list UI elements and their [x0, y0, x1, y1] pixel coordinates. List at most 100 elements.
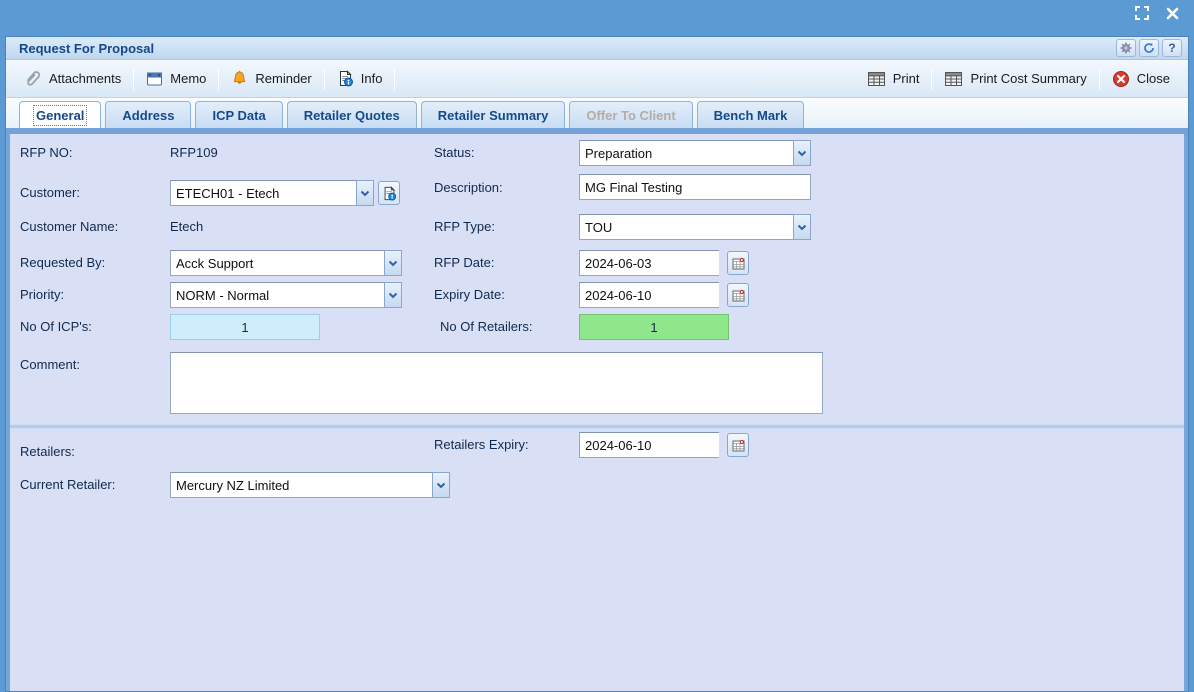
panel-header: Request For Proposal ?: [6, 37, 1188, 60]
customer-input[interactable]: [170, 180, 356, 206]
rfp-type-input[interactable]: [579, 214, 793, 240]
form-row: Current Retailer:: [10, 472, 1184, 508]
tab-bench-mark[interactable]: Bench Mark: [697, 101, 805, 128]
print-table-icon: [867, 71, 886, 87]
comment-label: Comment:: [20, 357, 80, 372]
memo-button[interactable]: Memo: [138, 67, 214, 91]
tab-label: Offer To Client: [586, 108, 675, 123]
form-row: Retailers: Retailers Expiry:: [10, 432, 1184, 472]
description-label: Description:: [434, 180, 503, 195]
reminder-button[interactable]: Reminder: [223, 66, 319, 91]
no-of-icps-label: No Of ICP's:: [20, 319, 92, 334]
chevron-down-icon[interactable]: [793, 140, 811, 166]
print-label: Print: [893, 71, 920, 86]
attachments-button[interactable]: Attachments: [16, 66, 129, 92]
chevron-down-icon[interactable]: [793, 214, 811, 240]
tab-offer-to-client: Offer To Client: [569, 101, 692, 128]
maximize-icon[interactable]: [1132, 3, 1152, 23]
customer-combobox[interactable]: [170, 180, 374, 206]
customer-name-value: Etech: [170, 219, 203, 234]
rfp-date-picker-button[interactable]: [727, 251, 749, 275]
print-cost-summary-label: Print Cost Summary: [970, 71, 1086, 86]
toolbar-separator: [133, 68, 134, 90]
reminder-label: Reminder: [255, 71, 311, 86]
rfp-panel: Request For Proposal ?: [5, 36, 1189, 692]
toolbar-separator: [324, 68, 325, 90]
chevron-down-icon[interactable]: [384, 282, 402, 308]
customer-info-button[interactable]: [378, 181, 400, 205]
tab-retailer-summary[interactable]: Retailer Summary: [421, 101, 566, 128]
tab-general[interactable]: General: [19, 101, 101, 128]
print-button[interactable]: Print: [859, 67, 928, 91]
no-of-retailers-label: No Of Retailers:: [440, 319, 532, 334]
print-table-icon: [944, 71, 963, 87]
current-retailer-combobox[interactable]: [170, 472, 450, 498]
info-label: Info: [361, 71, 383, 86]
calendar-icon: [732, 257, 745, 270]
retailers-expiry-field[interactable]: [579, 432, 719, 458]
form-row: Requested By: RFP Date:: [10, 250, 1184, 282]
tab-label: Retailer Quotes: [304, 108, 400, 123]
no-of-retailers-value: 1: [579, 314, 729, 340]
help-button[interactable]: ?: [1162, 39, 1182, 57]
current-retailer-label: Current Retailer:: [20, 477, 115, 492]
priority-label: Priority:: [20, 287, 64, 302]
toolbar: Attachments Memo Reminder: [6, 60, 1188, 98]
settings-button[interactable]: [1116, 39, 1136, 57]
chevron-down-icon[interactable]: [384, 250, 402, 276]
customer-label: Customer:: [20, 185, 80, 200]
toolbar-separator: [931, 68, 932, 90]
expiry-date-input[interactable]: [579, 282, 719, 308]
current-retailer-input[interactable]: [170, 472, 432, 498]
status-input[interactable]: [579, 140, 793, 166]
tab-retailer-quotes[interactable]: Retailer Quotes: [287, 101, 417, 128]
tab-label: ICP Data: [212, 108, 265, 123]
rfp-date-label: RFP Date:: [434, 255, 494, 270]
requested-by-combobox[interactable]: [170, 250, 402, 276]
tab-icp-data[interactable]: ICP Data: [195, 101, 282, 128]
status-combobox[interactable]: [579, 140, 811, 166]
toolbar-separator: [394, 68, 395, 90]
tab-label: Bench Mark: [714, 108, 788, 123]
priority-combobox[interactable]: [170, 282, 402, 308]
expiry-date-picker-button[interactable]: [727, 283, 749, 307]
form-row: Comment:: [10, 352, 1184, 420]
rfp-type-combobox[interactable]: [579, 214, 811, 240]
expiry-date-label: Expiry Date:: [434, 287, 505, 302]
close-window-icon[interactable]: [1162, 3, 1182, 23]
form-row: No Of ICP's: 1 No Of Retailers: 1: [10, 314, 1184, 352]
calendar-icon: [732, 289, 745, 302]
rfp-date-input[interactable]: [579, 250, 719, 276]
status-label: Status:: [434, 145, 474, 160]
retailers-expiry-picker-button[interactable]: [727, 433, 749, 457]
refresh-icon: [1143, 42, 1155, 54]
memo-icon: [146, 71, 163, 87]
calendar-icon: [732, 439, 745, 452]
help-icon: ?: [1168, 41, 1175, 55]
tab-label: Retailer Summary: [438, 108, 549, 123]
tab-address[interactable]: Address: [105, 101, 191, 128]
rfp-date-field[interactable]: [579, 250, 719, 276]
toolbar-separator: [218, 68, 219, 90]
memo-label: Memo: [170, 71, 206, 86]
form-row: RFP NO: RFP109 Status:: [10, 140, 1184, 176]
chevron-down-icon[interactable]: [432, 472, 450, 498]
info-doc-icon: [337, 70, 354, 87]
refresh-button[interactable]: [1139, 39, 1159, 57]
description-input[interactable]: [579, 174, 811, 200]
expiry-date-field[interactable]: [579, 282, 719, 308]
info-button[interactable]: Info: [329, 66, 391, 91]
print-cost-summary-button[interactable]: Print Cost Summary: [936, 67, 1094, 91]
priority-input[interactable]: [170, 282, 384, 308]
close-button[interactable]: Close: [1104, 66, 1178, 92]
form-row: Priority: Expiry Date:: [10, 282, 1184, 314]
comment-textarea[interactable]: [170, 352, 823, 414]
rfp-no-label: RFP NO:: [20, 145, 73, 160]
form-row: Customer Name: Etech RFP Type:: [10, 214, 1184, 250]
close-label: Close: [1137, 71, 1170, 86]
requested-by-input[interactable]: [170, 250, 384, 276]
page-title: Request For Proposal: [19, 41, 154, 56]
attachments-label: Attachments: [49, 71, 121, 86]
chevron-down-icon[interactable]: [356, 180, 374, 206]
retailers-expiry-input[interactable]: [579, 432, 719, 458]
